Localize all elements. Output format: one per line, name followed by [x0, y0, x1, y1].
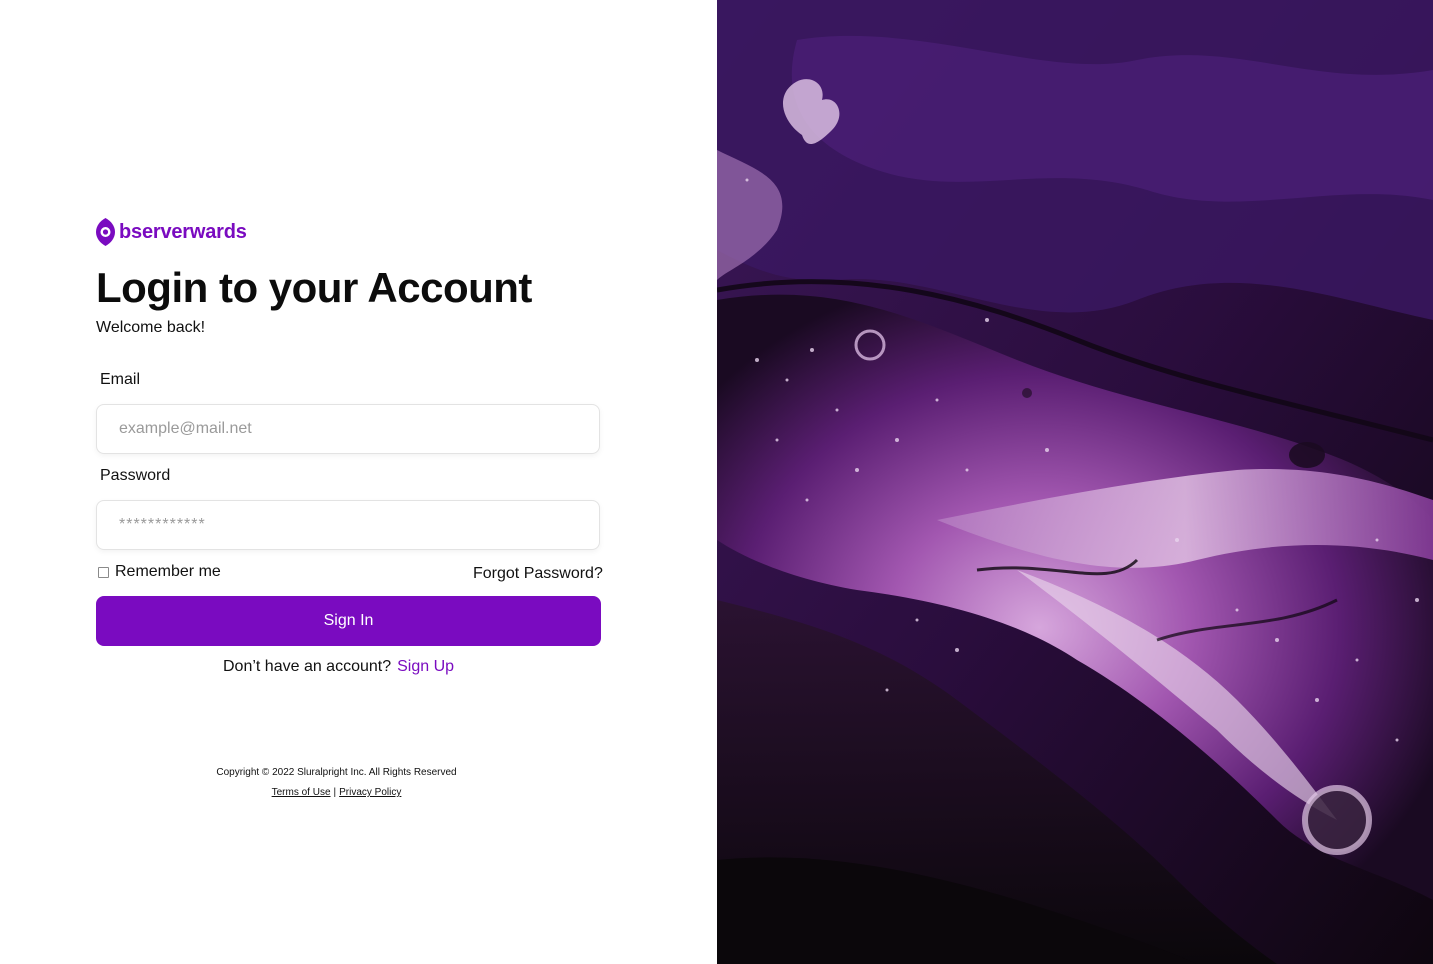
- sign-in-button[interactable]: Sign In: [96, 596, 601, 646]
- brand-logo[interactable]: bserverwards: [96, 218, 247, 246]
- purple-fluid-art-image: [717, 0, 1433, 964]
- welcome-subtitle: Welcome back!: [96, 319, 206, 336]
- signup-prompt: Don’t have an account? Sign Up: [223, 658, 454, 676]
- forgot-password-link[interactable]: Forgot Password?: [473, 565, 603, 583]
- privacy-policy-link[interactable]: Privacy Policy: [339, 787, 401, 798]
- legal-separator: |: [333, 787, 337, 798]
- remember-me-checkbox[interactable]: Remember me: [98, 563, 221, 581]
- no-account-text: Don’t have an account?: [223, 658, 392, 675]
- login-panel: bserverwards Login to your Account Welco…: [0, 0, 717, 964]
- password-label: Password: [100, 467, 171, 484]
- page-title: Login to your Account: [96, 264, 532, 311]
- terms-of-use-link[interactable]: Terms of Use: [272, 787, 331, 798]
- legal-links: Terms of Use | Privacy Policy: [0, 787, 673, 798]
- email-field[interactable]: [96, 404, 600, 454]
- hero-image-panel: [717, 0, 1433, 964]
- copyright-text: Copyright © 2022 Sluralpright Inc. All R…: [216, 767, 457, 778]
- email-label: Email: [100, 371, 141, 388]
- eye-pin-icon: [96, 218, 115, 246]
- remember-me-label: Remember me: [115, 563, 221, 580]
- brand-name: bserverwards: [119, 220, 247, 243]
- sign-up-link[interactable]: Sign Up: [397, 658, 454, 675]
- password-field[interactable]: [96, 500, 600, 550]
- checkbox-box[interactable]: [98, 566, 109, 578]
